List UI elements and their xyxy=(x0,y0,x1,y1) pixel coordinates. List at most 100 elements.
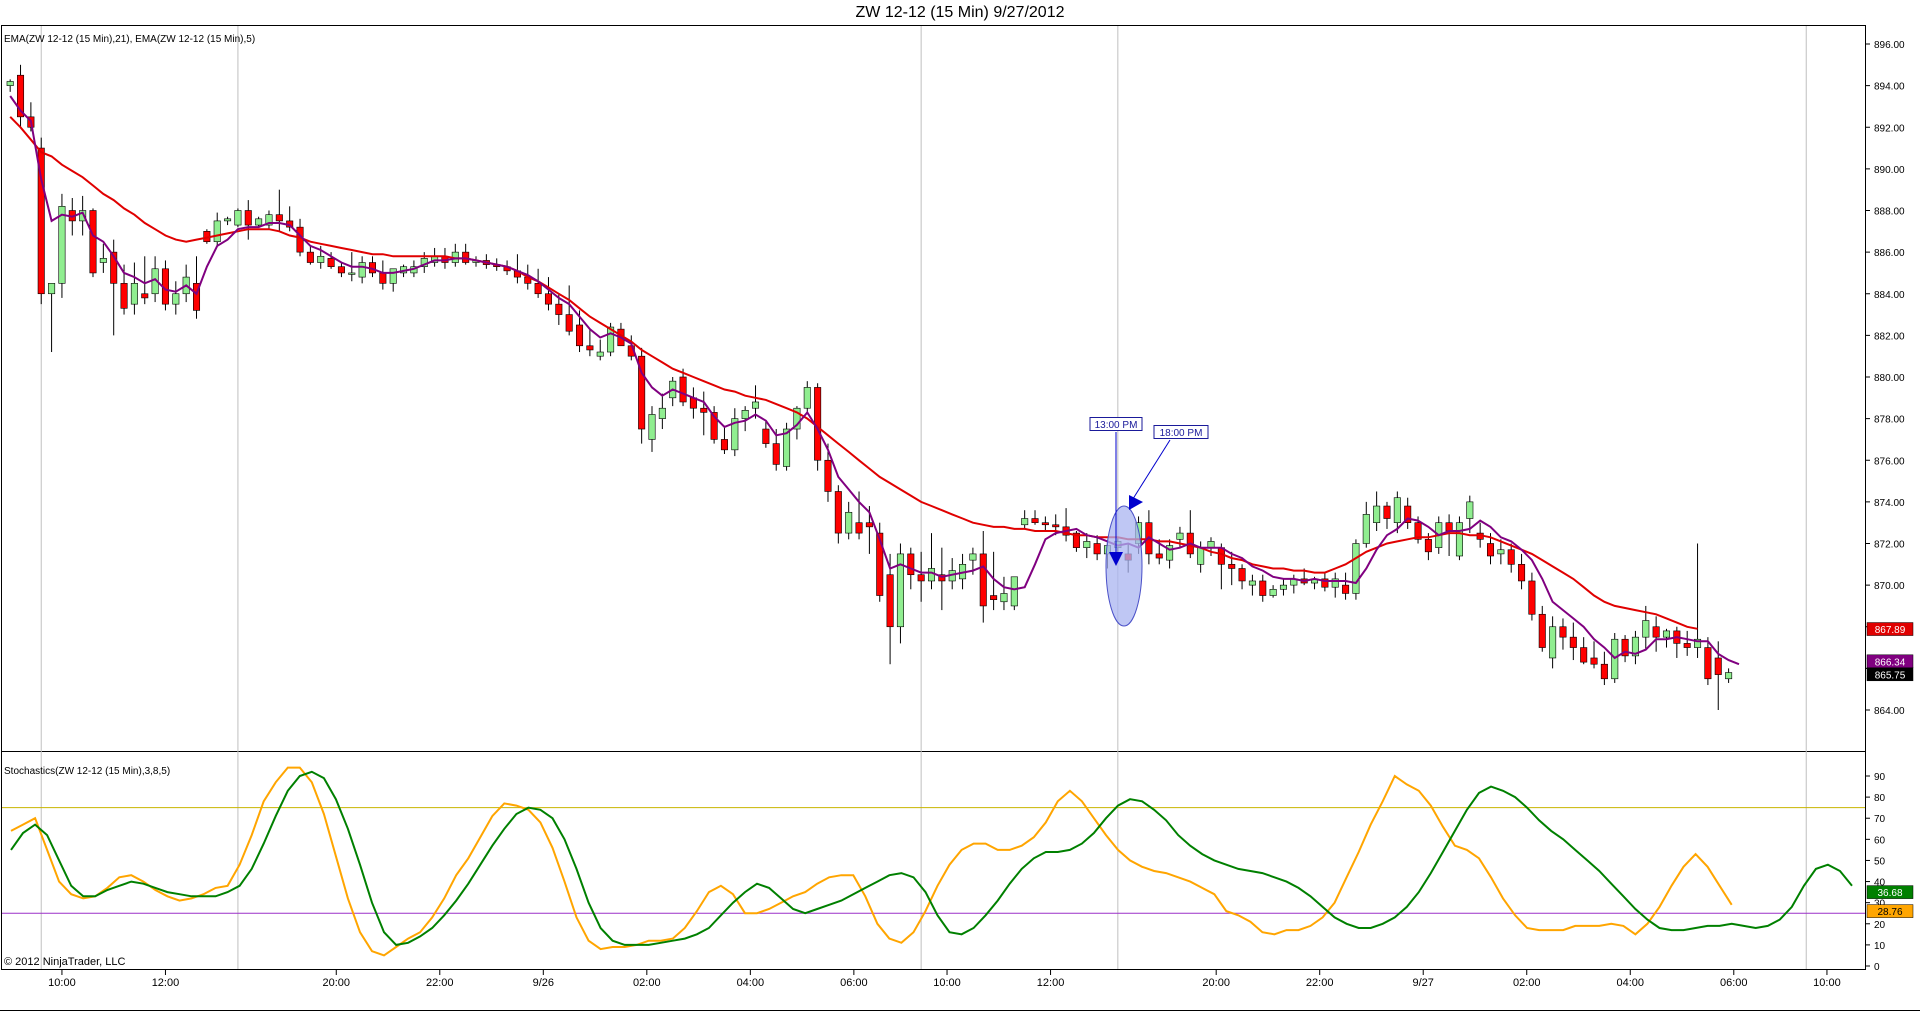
x-tick-label: 22:00 xyxy=(426,977,454,989)
up-candle xyxy=(741,409,749,419)
down-candle xyxy=(855,522,863,534)
stoch-tick-label: 70 xyxy=(1874,814,1886,825)
down-candle xyxy=(306,251,314,263)
down-candle xyxy=(1652,626,1660,638)
x-tick-label: 9/27 xyxy=(1413,977,1434,989)
down-candle xyxy=(865,522,873,528)
x-tick-label: 9/26 xyxy=(533,977,554,989)
annotation-label-1800: 18:00 PM xyxy=(1160,428,1203,439)
down-candle xyxy=(1424,539,1432,553)
down-candle xyxy=(1714,657,1722,675)
up-candle xyxy=(1373,505,1381,523)
price-tick-label: 896.00 xyxy=(1874,40,1905,51)
price-tick-label: 894.00 xyxy=(1874,82,1905,93)
x-tick-label: 04:00 xyxy=(1616,977,1644,989)
up-candle xyxy=(234,210,242,226)
stoch-tick-label: 20 xyxy=(1874,920,1886,931)
up-candle xyxy=(1352,543,1360,594)
up-candle xyxy=(1021,518,1029,526)
down-candle xyxy=(120,283,128,309)
down-candle xyxy=(1600,663,1608,680)
down-candle xyxy=(990,595,998,600)
up-candle xyxy=(752,401,760,409)
up-candle xyxy=(1083,541,1091,548)
up-candle xyxy=(48,283,56,295)
price-tick-label: 864.00 xyxy=(1874,706,1905,717)
stoch-y-axis: 9080706050403020100 xyxy=(1865,772,1886,973)
down-candle xyxy=(1683,643,1691,648)
down-candle xyxy=(1445,522,1453,532)
down-candle xyxy=(917,574,925,582)
up-candle xyxy=(358,262,366,278)
stoch-tick-label: 90 xyxy=(1874,772,1886,783)
up-candle xyxy=(389,268,397,284)
down-candle xyxy=(565,314,573,332)
down-candle xyxy=(720,439,728,451)
annotation-label-1300: 13:00 PM xyxy=(1095,420,1138,431)
price-value-tag: 866.34 xyxy=(1875,657,1906,668)
up-candle xyxy=(58,206,66,284)
x-axis: 10:00 12:00 20:00 22:00 9/26 02:00 04:00 06:00 1… xyxy=(48,970,1841,989)
up-candle xyxy=(1197,547,1205,565)
down-candle xyxy=(327,258,335,267)
down-candle xyxy=(555,303,563,315)
x-tick-label: 02:00 xyxy=(633,977,661,989)
up-candle xyxy=(1010,576,1018,607)
down-candle xyxy=(296,226,304,253)
down-candle xyxy=(772,443,780,465)
stoch-tick-label: 0 xyxy=(1874,962,1880,973)
down-candle xyxy=(876,532,884,596)
price-panel-frame xyxy=(1,25,1866,752)
up-candle xyxy=(1176,532,1184,540)
down-candle xyxy=(1580,647,1588,663)
up-candle xyxy=(172,293,180,305)
stoch-tick-label: 60 xyxy=(1874,835,1886,846)
up-candle xyxy=(1000,593,1008,603)
up-candle xyxy=(255,218,263,226)
price-panel-legend: EMA(ZW 12-12 (15 Min),21), EMA(ZW 12-12 … xyxy=(4,34,255,45)
price-y-axis: 896.00 894.00 892.00 890.00 888.00 886.00 884.… xyxy=(1865,40,1905,717)
down-candle xyxy=(979,553,987,607)
highlight-ellipse xyxy=(1105,505,1143,627)
up-candle xyxy=(1549,626,1557,659)
up-candle xyxy=(99,258,107,263)
price-tick-label: 882.00 xyxy=(1874,331,1905,342)
down-candle xyxy=(1155,553,1163,559)
x-tick-label: 12:00 xyxy=(1037,977,1065,989)
chart-canvas: 896.00 894.00 892.00 890.00 888.00 886.00 884.… xyxy=(0,25,1920,1011)
down-candle xyxy=(1052,524,1060,528)
down-candle xyxy=(762,428,770,444)
x-tick-label: 06:00 xyxy=(840,977,868,989)
down-candle xyxy=(1507,549,1515,565)
price-tick-label: 878.00 xyxy=(1874,415,1905,426)
down-candle xyxy=(275,214,283,222)
stoch-d-value-tag: 36.68 xyxy=(1877,888,1902,899)
x-tick-label: 12:00 xyxy=(152,977,180,989)
x-tick-label: 04:00 xyxy=(737,977,765,989)
down-candle xyxy=(1093,543,1101,555)
stoch-tick-label: 10 xyxy=(1874,941,1886,952)
up-candle xyxy=(1279,584,1287,590)
x-tick-label: 10:00 xyxy=(1813,977,1841,989)
up-candle xyxy=(596,351,604,357)
down-candle xyxy=(1704,647,1712,680)
down-candle xyxy=(1590,657,1598,665)
down-candle xyxy=(1031,518,1039,523)
down-candle xyxy=(89,210,97,274)
down-candle xyxy=(1342,584,1350,594)
x-tick-label: 20:00 xyxy=(322,977,350,989)
down-candle xyxy=(1538,613,1546,648)
up-candle xyxy=(1725,672,1733,680)
down-candle xyxy=(886,574,894,628)
down-candle xyxy=(534,283,542,295)
x-tick-label: 22:00 xyxy=(1306,977,1334,989)
down-candle xyxy=(379,272,387,284)
stoch-tick-label: 80 xyxy=(1874,793,1886,804)
up-candle xyxy=(927,568,936,582)
price-tick-label: 874.00 xyxy=(1874,498,1905,509)
down-candle xyxy=(834,491,842,534)
down-candle xyxy=(1259,580,1267,596)
up-candle xyxy=(348,272,356,275)
down-candle xyxy=(1528,580,1536,615)
up-candle xyxy=(1497,549,1505,555)
